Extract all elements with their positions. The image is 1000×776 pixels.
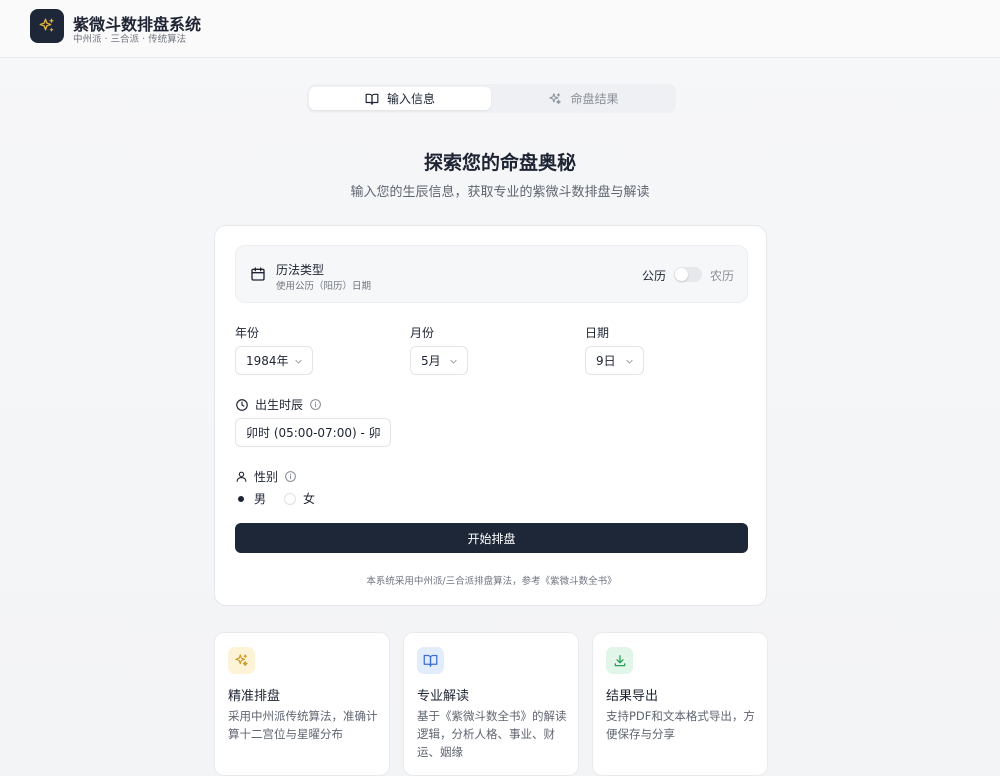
calendar-icon <box>251 267 265 281</box>
algorithm-footnote: 本系统采用中州派/三合派排盘算法，参考《紫微斗数全书》 <box>366 576 617 587</box>
gender-label-row: 性别 <box>235 468 297 485</box>
feature-card-accurate: 精准排盘 采用中州派传统算法，准确计算十二宫位与星曜分布 <box>214 632 390 776</box>
tab-chart-result[interactable]: 命盘结果 <box>493 87 674 110</box>
gender-female-label[interactable]: 女 <box>303 490 315 507</box>
calendar-type-panel: 历法类型 使用公历（阳历）日期 公历 农历 <box>235 245 748 303</box>
feature-desc: 基于《紫微斗数全书》的解读逻辑，分析人格、事业、财运、姻缘 <box>417 709 567 759</box>
birth-time-label-row: 出生时辰 <box>235 396 322 413</box>
feature-icon-box <box>606 647 633 674</box>
gender-label: 性别 <box>254 470 279 484</box>
app-header: 紫微斗数排盘系统 中州派 · 三合派 · 传统算法 <box>0 0 1000 58</box>
gender-male-radio[interactable] <box>235 493 247 505</box>
feature-desc: 采用中州派传统算法，准确计算十二宫位与星曜分布 <box>228 709 378 741</box>
solar-option-label[interactable]: 公历 <box>642 267 666 284</box>
feature-title: 专业解读 <box>417 689 470 704</box>
day-label: 日期 <box>585 326 610 340</box>
birth-info-form: 历法类型 使用公历（阳历）日期 公历 农历 年份 1984年 月份 5月 日期 … <box>214 225 767 606</box>
tab-input-info[interactable]: 输入信息 <box>309 87 491 110</box>
book-open-icon <box>365 93 379 105</box>
month-select[interactable]: 5月 <box>410 346 468 375</box>
lunar-option-label[interactable]: 农历 <box>710 267 734 284</box>
tab-input-info-label: 输入信息 <box>386 92 435 106</box>
gender-radio-group: 男 女 <box>235 490 315 507</box>
year-value: 1984年 <box>246 354 289 368</box>
feature-desc: 支持PDF和文本格式导出，方便保存与分享 <box>606 709 755 741</box>
day-select[interactable]: 9日 <box>585 346 644 375</box>
app-subtitle: 中州派 · 三合派 · 传统算法 <box>73 34 187 45</box>
birth-time-value: 卯时 (05:00-07:00) - 卯 <box>246 426 381 440</box>
chevron-down-icon <box>450 359 457 364</box>
feature-title: 精准排盘 <box>228 689 281 704</box>
year-select[interactable]: 1984年 <box>235 346 313 375</box>
hero-subtitle: 输入您的生辰信息，获取专业的紫微斗数排盘与解读 <box>350 185 650 200</box>
app-logo[interactable] <box>30 9 64 43</box>
start-chart-button[interactable]: 开始排盘 <box>235 523 748 553</box>
chevron-down-icon <box>626 359 633 364</box>
month-value: 5月 <box>421 354 441 368</box>
birth-time-select[interactable]: 卯时 (05:00-07:00) - 卯 <box>235 418 391 447</box>
month-label: 月份 <box>410 326 435 340</box>
info-icon[interactable] <box>309 398 322 411</box>
calendar-type-title: 历法类型 <box>276 263 325 277</box>
chevron-down-icon <box>295 359 302 364</box>
day-value: 9日 <box>596 354 616 368</box>
calendar-type-desc: 使用公历（阳历）日期 <box>276 281 372 292</box>
feature-icon-box <box>417 647 444 674</box>
sparkles-icon <box>235 654 248 667</box>
hero-title: 探索您的命盘奥秘 <box>423 152 576 174</box>
gender-female-radio[interactable] <box>284 492 297 505</box>
year-label: 年份 <box>235 326 260 340</box>
gender-male-label[interactable]: 男 <box>254 490 266 507</box>
toggle-knob <box>675 268 688 281</box>
sparkles-icon <box>549 92 562 104</box>
clock-icon <box>236 398 248 411</box>
tab-chart-result-label: 命盘结果 <box>570 92 619 106</box>
tab-bar: 输入信息 命盘结果 <box>307 84 676 113</box>
info-icon[interactable] <box>284 470 297 483</box>
birth-time-label: 出生时辰 <box>255 398 304 412</box>
feature-card-export: 结果导出 支持PDF和文本格式导出，方便保存与分享 <box>592 632 768 776</box>
feature-icon-box <box>228 647 255 674</box>
download-icon <box>614 654 625 666</box>
calendar-type-toggle[interactable] <box>674 267 702 282</box>
feature-card-interpretation: 专业解读 基于《紫微斗数全书》的解读逻辑，分析人格、事业、财运、姻缘 <box>403 632 579 776</box>
book-open-icon <box>423 654 438 667</box>
user-icon <box>236 471 247 482</box>
sparkles-icon <box>39 18 54 32</box>
chevron-down-icon <box>373 431 380 436</box>
feature-title: 结果导出 <box>606 689 659 704</box>
